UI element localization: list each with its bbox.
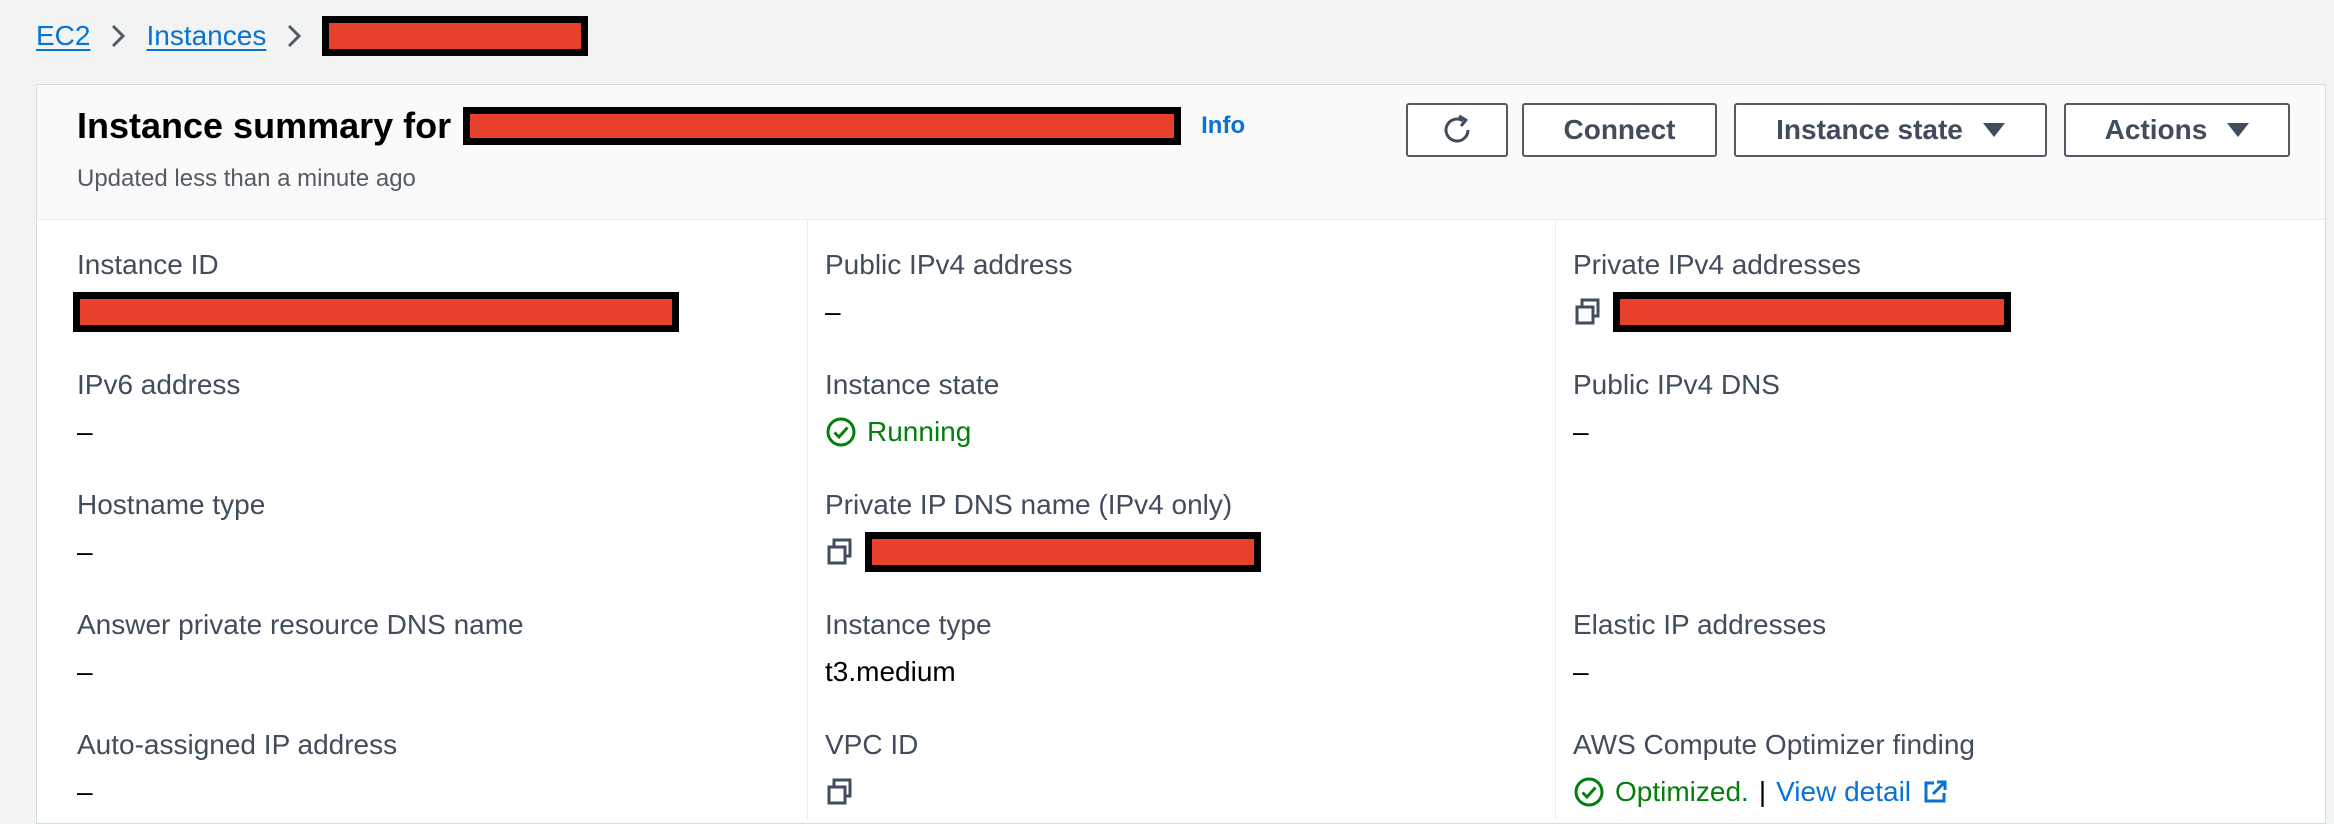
redacted-instance-name <box>463 107 1182 145</box>
field-value: – <box>77 416 93 447</box>
panel-header: Instance summary for Info Updated less t… <box>37 85 2325 220</box>
refresh-button[interactable] <box>1406 103 1508 157</box>
field-label: Auto-assigned IP address <box>77 729 398 760</box>
caret-down-icon <box>2227 123 2250 137</box>
field-value: – <box>825 296 841 327</box>
field-label: AWS Compute Optimizer finding <box>1573 729 1975 760</box>
field-vpc-id: VPC ID <box>825 729 918 809</box>
field-value: – <box>77 536 93 567</box>
field-instance-type: Instance type t3.medium <box>825 609 992 689</box>
field-label: Instance type <box>825 609 992 640</box>
breadcrumb-ec2-link[interactable]: EC2 <box>36 20 90 52</box>
optimizer-status: Optimized. <box>1615 776 1749 807</box>
field-instance-state: Instance state Running <box>825 369 999 449</box>
field-private-ip-dns: Private IP DNS name (IPv4 only) <box>825 489 1261 572</box>
field-ipv6-address: IPv6 address – <box>77 369 240 449</box>
info-link[interactable]: Info <box>1201 112 1245 140</box>
redacted-value <box>1613 292 2011 332</box>
view-detail-link[interactable]: View detail <box>1776 776 1949 808</box>
field-label: Instance ID <box>77 249 219 280</box>
field-label: Public IPv4 address <box>825 249 1073 280</box>
connect-button[interactable]: Connect <box>1522 103 1717 157</box>
field-label: Instance state <box>825 369 1000 400</box>
chevron-right-icon <box>100 23 136 49</box>
view-detail-label: View detail <box>1776 776 1912 807</box>
redacted-value <box>865 532 1261 572</box>
field-elastic-ip: Elastic IP addresses – <box>1573 609 1826 689</box>
field-value: – <box>77 656 93 687</box>
field-answer-private-dns: Answer private resource DNS name – <box>77 609 524 689</box>
field-public-ipv4: Public IPv4 address – <box>825 249 1072 329</box>
field-value: – <box>77 776 93 807</box>
instance-state-button-label: Instance state <box>1776 114 1963 145</box>
copy-icon[interactable] <box>825 777 855 807</box>
external-link-icon <box>1921 778 1949 806</box>
field-label: Answer private resource DNS name <box>77 609 524 640</box>
field-label: Hostname type <box>77 489 266 520</box>
page-title: Instance summary for <box>77 105 452 146</box>
separator: | <box>1758 776 1767 807</box>
field-label: Elastic IP addresses <box>1573 609 1827 640</box>
field-compute-optimizer: AWS Compute Optimizer finding Optimized.… <box>1573 729 1975 809</box>
redacted-instance-id <box>322 16 589 56</box>
column-divider <box>807 219 808 819</box>
field-private-ipv4: Private IPv4 addresses <box>1573 249 2011 332</box>
chevron-right-icon <box>276 23 312 49</box>
field-label: Public IPv4 DNS <box>1573 369 1780 400</box>
copy-icon[interactable] <box>1573 297 1603 327</box>
field-value: – <box>1573 416 1589 447</box>
field-label: IPv6 address <box>77 369 241 400</box>
field-public-ipv4-dns: Public IPv4 DNS – <box>1573 369 1780 449</box>
actions-button-label: Actions <box>2104 114 2208 145</box>
copy-icon[interactable] <box>825 537 855 567</box>
field-instance-id: Instance ID <box>73 249 679 332</box>
column-divider <box>1555 219 1556 819</box>
field-label: Private IP DNS name (IPv4 only) <box>825 489 1233 520</box>
instance-state-button[interactable]: Instance state <box>1734 103 2047 157</box>
field-value: t3.medium <box>825 656 956 687</box>
breadcrumb-instances-link[interactable]: Instances <box>146 20 266 52</box>
field-auto-assigned-ip: Auto-assigned IP address – <box>77 729 397 809</box>
refresh-icon <box>1439 112 1475 148</box>
status-success-icon <box>1573 776 1605 808</box>
redacted-value <box>73 292 679 332</box>
field-hostname-type: Hostname type – <box>77 489 265 569</box>
caret-down-icon <box>1982 123 2005 137</box>
breadcrumb: EC2 Instances <box>36 14 589 58</box>
connect-button-label: Connect <box>1563 114 1676 145</box>
field-label: VPC ID <box>825 729 919 760</box>
field-label: Private IPv4 addresses <box>1573 249 1861 280</box>
instance-summary-panel: Instance summary for Info Updated less t… <box>36 84 2326 824</box>
status-success-icon <box>825 416 857 448</box>
status-running: Running <box>867 416 972 447</box>
updated-timestamp: Updated less than a minute ago <box>77 165 416 192</box>
actions-button[interactable]: Actions <box>2064 103 2290 157</box>
field-value: – <box>1573 656 1589 687</box>
